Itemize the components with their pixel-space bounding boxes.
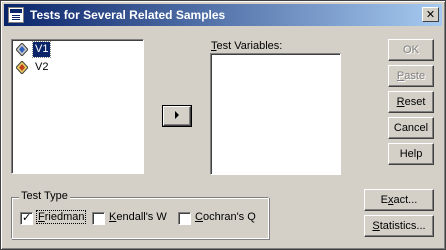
cochrans-q-label[interactable]: Cochran's Q	[195, 211, 256, 223]
window-title: Tests for Several Related Samples	[30, 8, 226, 22]
close-icon: ✕	[425, 8, 436, 21]
variable-label: V1	[31, 41, 52, 58]
help-button[interactable]: Help	[388, 143, 434, 165]
kendalls-w-label[interactable]: Kendall's W	[109, 211, 167, 223]
title-bar[interactable]: Tests for Several Related Samples ✕	[4, 4, 442, 26]
friedman-label[interactable]: Friedman	[35, 210, 87, 224]
kendalls-w-checkbox[interactable]	[92, 212, 105, 225]
test-type-legend: Test Type	[19, 190, 70, 202]
paste-button[interactable]: Paste	[388, 65, 434, 87]
move-variable-button[interactable]	[162, 105, 192, 127]
statistics-button[interactable]: Statistics...	[364, 215, 434, 237]
reset-button[interactable]: Reset	[388, 91, 434, 113]
scale-variable-icon	[16, 61, 28, 74]
source-variable-list[interactable]: V1 V2	[11, 39, 144, 174]
scale-variable-icon	[16, 43, 28, 56]
cancel-button[interactable]: Cancel	[388, 117, 434, 139]
cochrans-q-checkbox[interactable]	[178, 212, 191, 225]
arrow-right-icon	[175, 111, 179, 119]
test-variables-label: Test Variables:	[211, 40, 283, 52]
test-variables-list[interactable]	[210, 53, 341, 175]
checkmark-icon: ✓	[22, 211, 32, 224]
app-icon	[8, 7, 24, 23]
close-button[interactable]: ✕	[422, 7, 439, 22]
variable-label: V2	[35, 61, 49, 73]
exact-button[interactable]: Exact...	[364, 189, 434, 211]
dialog-window: Tests for Several Related Samples ✕ V1 V…	[0, 0, 446, 250]
friedman-checkbox[interactable]: ✓	[20, 211, 33, 225]
ok-button[interactable]: OK	[388, 39, 434, 61]
